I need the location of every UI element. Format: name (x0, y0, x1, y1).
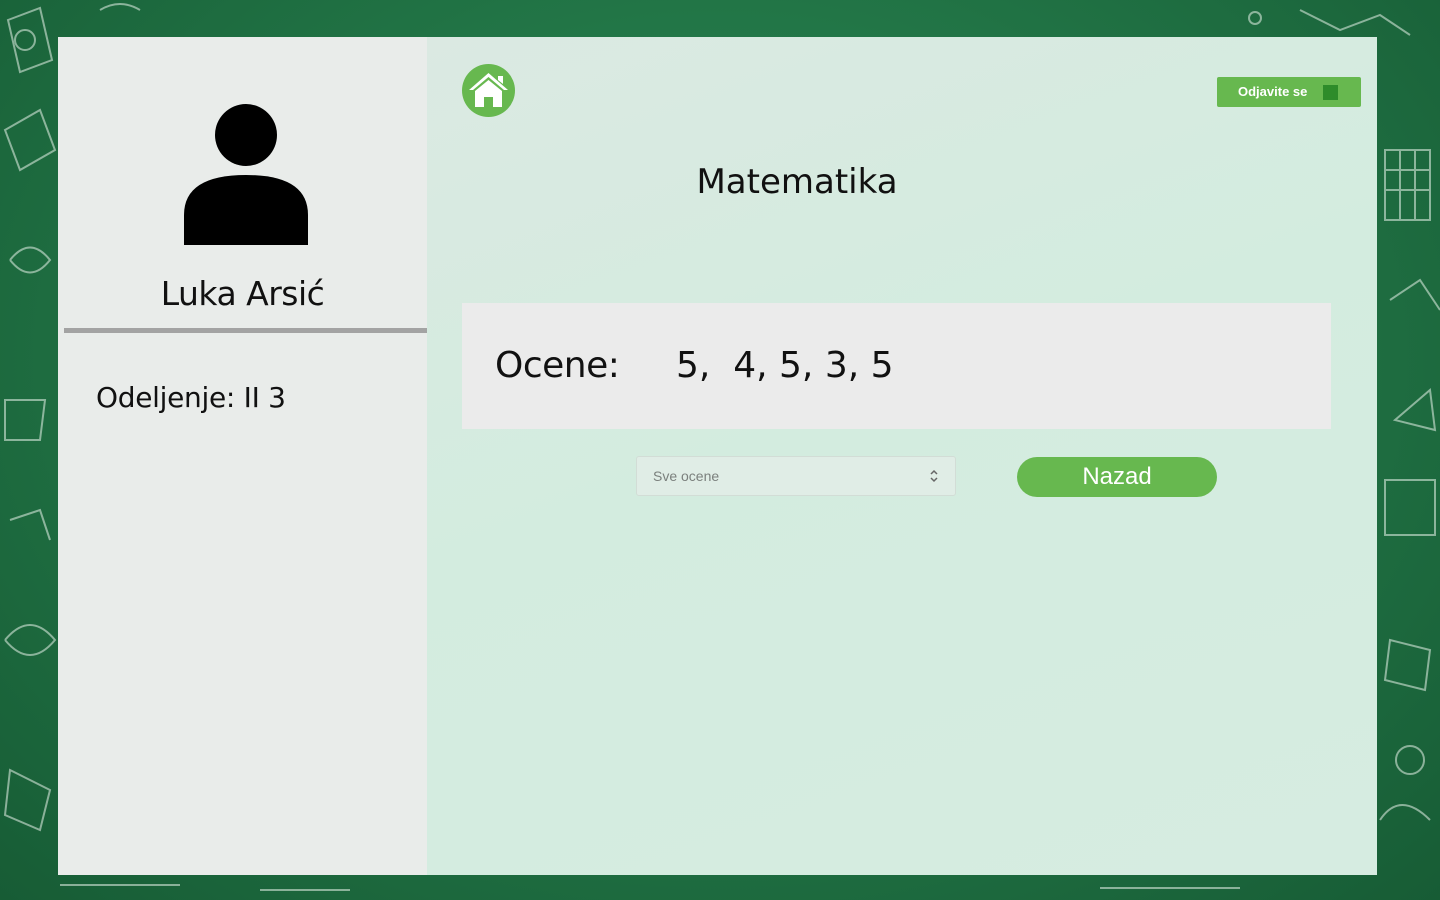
logout-button[interactable]: Odjavite se (1217, 77, 1361, 107)
grade-filter-value: Sve ocene (653, 468, 720, 484)
grade-filter-select[interactable]: Sve ocene (636, 456, 956, 496)
subject-title: Matematika (696, 162, 898, 202)
home-button[interactable] (462, 64, 515, 117)
back-button-label: Nazad (1082, 463, 1152, 490)
home-icon (469, 73, 508, 107)
logout-label: Odjavite se (1238, 84, 1308, 99)
logout-icon (1323, 85, 1338, 100)
main-overlay: Odjavite se Matematika Ocene: 5, 4, 5, 3… (58, 37, 1377, 875)
grades-values: 5, 4, 5, 3, 5 (676, 345, 894, 386)
grades-label: Ocene: (495, 345, 620, 386)
select-arrows-icon (930, 469, 938, 483)
grades-card: Ocene: 5, 4, 5, 3, 5 (462, 303, 1331, 429)
back-button[interactable]: Nazad (1017, 457, 1217, 497)
